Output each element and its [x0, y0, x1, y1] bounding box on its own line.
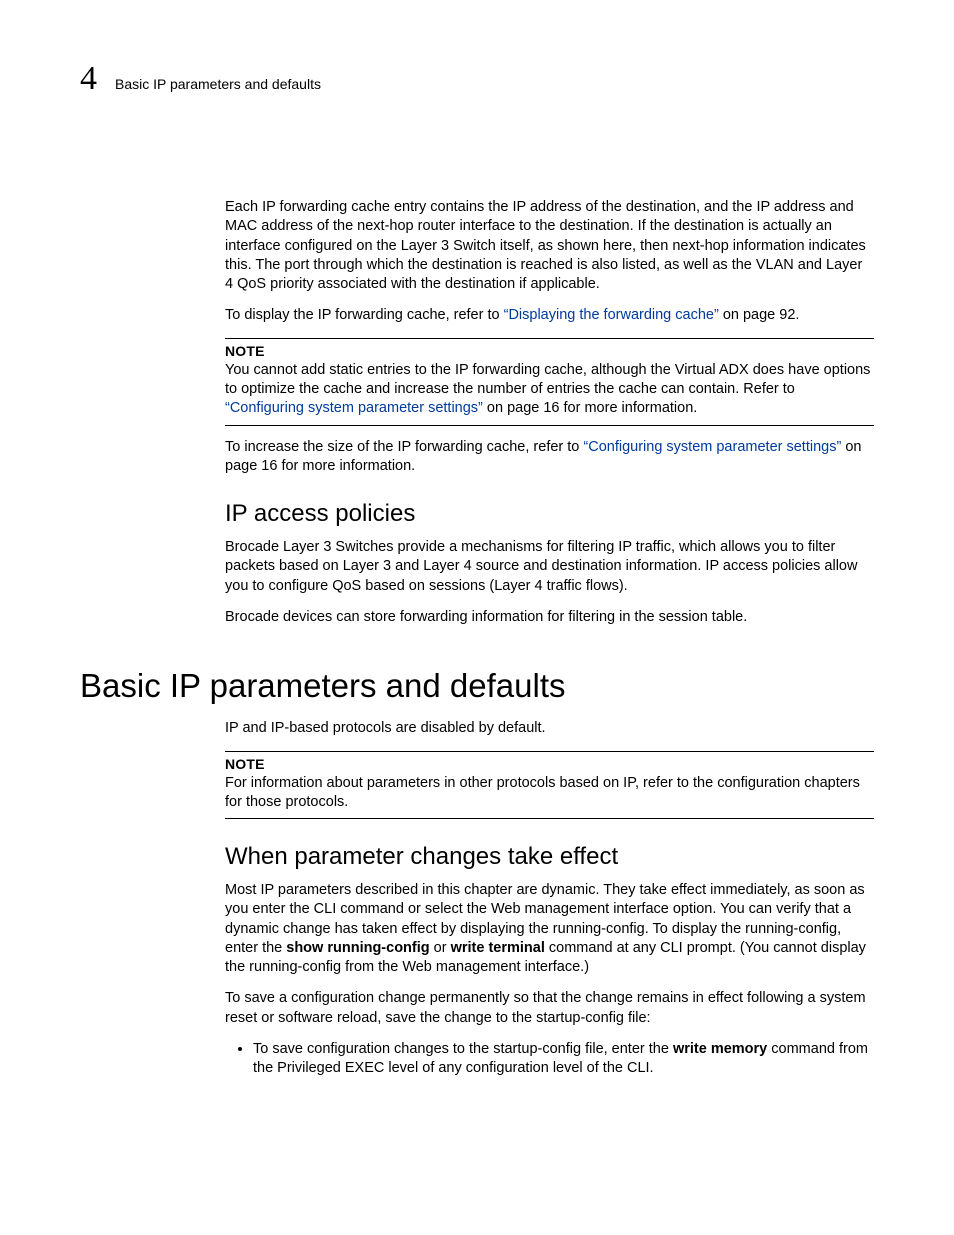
link-config-system-params-1[interactable]: “Configuring system parameter settings”	[225, 400, 483, 416]
paragraph-ip-access-2: Brocade devices can store forwarding inf…	[225, 608, 874, 627]
chapter-number: 4	[80, 60, 97, 98]
note-static-entries: NOTE You cannot add static entries to th…	[225, 338, 874, 426]
paragraph-save-permanently: To save a configuration change permanent…	[225, 989, 874, 1028]
list-item: To save configuration changes to the sta…	[253, 1040, 874, 1079]
cmd-write-memory: write memory	[673, 1041, 767, 1057]
bullet-list: To save configuration changes to the sta…	[225, 1040, 874, 1079]
text: on page 16 for more information.	[483, 400, 697, 416]
link-displaying-forwarding-cache[interactable]: “Displaying the forwarding cache”	[504, 307, 719, 323]
paragraph-disabled-default: IP and IP-based protocols are disabled b…	[225, 719, 874, 738]
page: 4 Basic IP parameters and defaults Each …	[0, 0, 954, 1235]
text: on page 92.	[719, 307, 800, 323]
paragraph-display-cache-ref: To display the IP forwarding cache, refe…	[225, 306, 874, 325]
text: To increase the size of the IP forwardin…	[225, 439, 583, 455]
note-text: You cannot add static entries to the IP …	[225, 361, 874, 419]
text: You cannot add static entries to the IP …	[225, 362, 870, 397]
heading-basic-ip-params: Basic IP parameters and defaults	[80, 667, 874, 705]
note-other-protocols: NOTE For information about parameters in…	[225, 751, 874, 820]
running-header: 4 Basic IP parameters and defaults	[80, 60, 874, 98]
paragraph-forwarding-cache-desc: Each IP forwarding cache entry contains …	[225, 198, 874, 294]
heading-when-params-take-effect: When parameter changes take effect	[225, 843, 874, 871]
paragraph-dynamic-params: Most IP parameters described in this cha…	[225, 881, 874, 977]
chapter-heading-wrap: Basic IP parameters and defaults	[80, 667, 874, 705]
note-text: For information about parameters in othe…	[225, 774, 874, 813]
text: or	[430, 940, 451, 956]
text: To display the IP forwarding cache, refe…	[225, 307, 504, 323]
cmd-write-terminal: write terminal	[451, 940, 545, 956]
cmd-show-running-config: show running-config	[286, 940, 429, 956]
paragraph-ip-access-1: Brocade Layer 3 Switches provide a mecha…	[225, 538, 874, 596]
note-label: NOTE	[225, 756, 874, 772]
link-config-system-params-2[interactable]: “Configuring system parameter settings”	[583, 439, 841, 455]
running-title: Basic IP parameters and defaults	[115, 76, 321, 92]
heading-ip-access-policies: IP access policies	[225, 500, 874, 528]
paragraph-increase-cache-ref: To increase the size of the IP forwardin…	[225, 438, 874, 477]
text: To save configuration changes to the sta…	[253, 1041, 673, 1057]
body-column-2: IP and IP-based protocols are disabled b…	[225, 719, 874, 1078]
body-column: Each IP forwarding cache entry contains …	[225, 198, 874, 627]
note-label: NOTE	[225, 343, 874, 359]
